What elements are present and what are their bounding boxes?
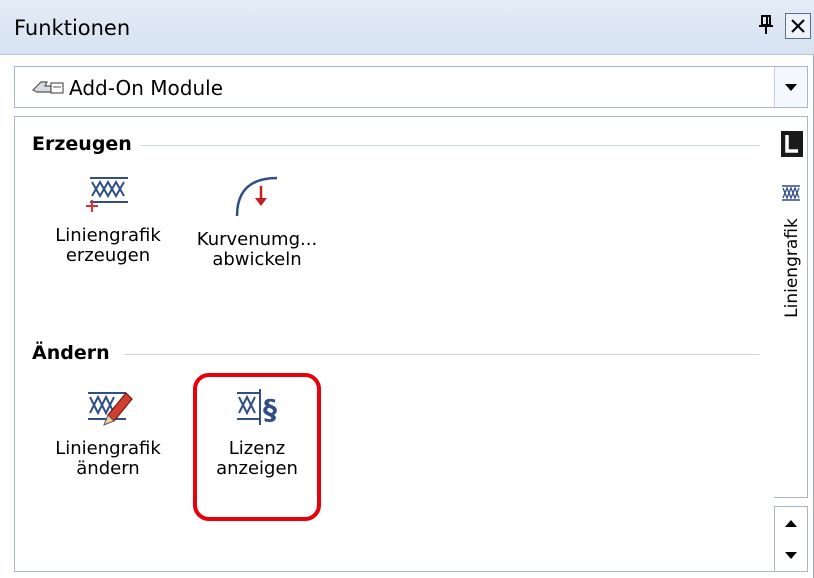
- line-graphic-icon[interactable]: [780, 184, 802, 202]
- module-dropdown[interactable]: Add-On Module: [14, 66, 808, 108]
- section-divider: [124, 354, 760, 355]
- edit-line-graphic-icon: [88, 392, 133, 426]
- section-header-modify: Ändern: [32, 342, 110, 364]
- panel-title: Funktionen: [14, 16, 131, 40]
- close-icon: [791, 19, 805, 33]
- section-divider: [140, 145, 760, 146]
- section-header-create: Erzeugen: [32, 133, 132, 155]
- tool-edit-line-graphic[interactable]: Liniengrafik ändern: [33, 385, 183, 479]
- highlight-box: [193, 373, 321, 521]
- dropdown-arrow-button[interactable]: [774, 67, 807, 107]
- add-on-modules-icon: [31, 81, 64, 94]
- scroll-up-icon[interactable]: [784, 519, 798, 528]
- pin-icon[interactable]: [758, 14, 774, 36]
- unroll-curve-icon: [235, 176, 278, 217]
- dropdown-value: Add-On Module: [69, 76, 223, 100]
- tool-label: Kurvenumg... abwickeln: [196, 229, 318, 270]
- tool-label: Liniengrafik erzeugen: [55, 225, 161, 266]
- tool-create-line-graphic[interactable]: Liniengrafik erzeugen: [33, 172, 183, 266]
- tool-label: Liniengrafik ändern: [55, 438, 161, 479]
- functions-panel: Funktionen Add-On Module Erzeugen Linien…: [0, 0, 814, 578]
- scroll-controls: [774, 506, 808, 572]
- scroll-down-icon[interactable]: [784, 551, 798, 560]
- tool-unroll-curve[interactable]: Kurvenumg... abwickeln: [182, 172, 332, 270]
- panel-titlebar: Funktionen: [0, 0, 814, 55]
- side-tab-label[interactable]: Liniengrafik: [782, 218, 802, 318]
- close-button[interactable]: [785, 13, 811, 39]
- chevron-down-icon: [785, 84, 797, 91]
- l-tab-icon[interactable]: [780, 130, 804, 158]
- create-line-graphic-icon: [86, 177, 128, 212]
